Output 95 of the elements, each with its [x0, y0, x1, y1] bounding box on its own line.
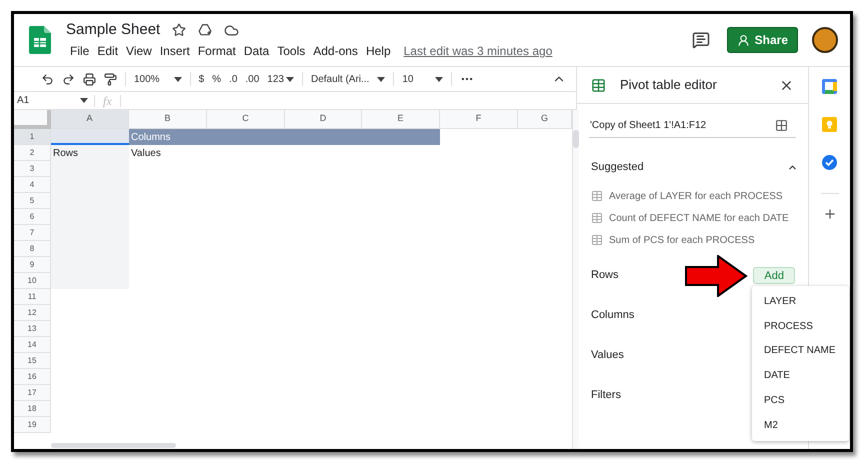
- add-button[interactable]: Add: [753, 267, 795, 284]
- grid-select-icon[interactable]: [775, 119, 788, 132]
- caret-icon: [80, 98, 88, 103]
- undo-icon[interactable]: [41, 72, 54, 86]
- section-label: Rows: [591, 268, 619, 284]
- table-cell: Columns: [129, 129, 440, 145]
- increase-decimals-button[interactable]: .00: [245, 72, 260, 86]
- font-dropdown[interactable]: Default (Ari...: [310, 72, 386, 86]
- suggestion-item[interactable]: Sum of PCS for each PROCESS: [591, 232, 808, 248]
- menu-option[interactable]: LAYER: [752, 289, 849, 314]
- row-header[interactable]: 3: [14, 161, 51, 177]
- table-cell-text: Values: [130, 146, 162, 160]
- last-edit-link[interactable]: Last edit was 3 minutes ago: [404, 42, 552, 60]
- selected-cell[interactable]: [51, 129, 129, 145]
- menu-option[interactable]: M2: [752, 412, 849, 438]
- menu-item[interactable]: View: [122, 42, 156, 60]
- caret-icon: [286, 76, 294, 82]
- row-header[interactable]: 6: [14, 209, 51, 225]
- percent-format-button[interactable]: %: [212, 72, 222, 86]
- column-header[interactable]: G: [518, 110, 572, 129]
- menu-item[interactable]: Edit: [93, 42, 122, 60]
- section-label: Columns: [591, 308, 634, 324]
- cell-reference-field[interactable]: A1: [14, 93, 94, 108]
- column-header[interactable]: C: [207, 110, 285, 129]
- data-range-text: 'Copy of Sheet1 1'!A1:F12: [590, 119, 706, 133]
- caret-icon: [377, 76, 386, 82]
- column-header[interactable]: D: [285, 110, 362, 129]
- row-header[interactable]: 7: [14, 225, 51, 241]
- row-header[interactable]: 14: [14, 337, 51, 353]
- decrease-decimals-button[interactable]: .0: [229, 72, 238, 86]
- menu-item[interactable]: File: [66, 42, 94, 60]
- row-header[interactable]: 8: [14, 241, 51, 257]
- menu-option[interactable]: DEFECT NAME: [752, 338, 849, 364]
- menu-item[interactable]: Format: [194, 42, 240, 60]
- share-button[interactable]: Share: [726, 27, 798, 53]
- suggestion-item[interactable]: Average of LAYER for each PROCESS: [591, 188, 808, 204]
- row-header[interactable]: 10: [14, 273, 51, 289]
- row-header[interactable]: 18: [14, 401, 51, 417]
- table-icon: [591, 78, 606, 92]
- data-range-field[interactable]: 'Copy of Sheet1 1'!A1:F12: [589, 114, 796, 138]
- menu-item[interactable]: Help: [362, 42, 395, 60]
- section-label: Filters: [591, 388, 621, 404]
- row-header[interactable]: 5: [14, 193, 51, 209]
- column-header[interactable]: A: [51, 110, 129, 129]
- row-header[interactable]: 4: [14, 177, 51, 193]
- menu-item[interactable]: Insert: [156, 42, 194, 60]
- menu-item[interactable]: Data: [240, 42, 274, 60]
- menu-option[interactable]: PCS: [752, 388, 849, 413]
- star-icon[interactable]: [172, 23, 186, 37]
- row-header[interactable]: 2: [14, 145, 51, 161]
- sheets-logo-icon: [29, 26, 51, 54]
- person-icon: [736, 34, 750, 46]
- column-header[interactable]: F: [440, 110, 518, 129]
- print-icon[interactable]: [83, 72, 96, 86]
- more-formats-dropdown[interactable]: 123: [267, 72, 294, 86]
- table-icon: [591, 234, 603, 246]
- document-title[interactable]: Sample Sheet: [66, 18, 160, 42]
- table-cell: Rows: [51, 145, 129, 161]
- menu-item[interactable]: Tools: [273, 42, 310, 60]
- calendar-icon[interactable]: [822, 79, 837, 94]
- row-header[interactable]: 11: [14, 289, 51, 305]
- row-header[interactable]: 13: [14, 321, 51, 337]
- column-header[interactable]: B: [129, 110, 207, 129]
- tasks-icon[interactable]: [822, 155, 837, 170]
- row-header[interactable]: 9: [14, 257, 51, 273]
- pointer-arrow-drawing: [685, 255, 748, 297]
- section-label: Values: [591, 348, 624, 364]
- row-header[interactable]: 17: [14, 385, 51, 401]
- caret-icon: [174, 76, 182, 82]
- caret-icon: [435, 76, 444, 82]
- section-heading: Suggested: [591, 160, 644, 175]
- menu-item[interactable]: Add-ons: [309, 42, 362, 60]
- table-icon: [591, 190, 603, 202]
- comment-icon[interactable]: [692, 31, 710, 49]
- zoom-dropdown[interactable]: 100%: [134, 72, 182, 86]
- row-header[interactable]: 16: [14, 369, 51, 385]
- horizontal-scrollbar[interactable]: [51, 443, 176, 448]
- account-avatar[interactable]: [812, 27, 838, 53]
- panel-title: Pivot table editor: [620, 76, 718, 94]
- suggestion-item[interactable]: Count of DEFECT NAME for each DATE: [591, 210, 808, 226]
- table-icon: [591, 212, 603, 224]
- function-label: fx: [102, 92, 113, 110]
- add-icon[interactable]: [822, 207, 836, 221]
- menu-option[interactable]: DATE: [752, 363, 849, 388]
- row-header[interactable]: 1: [14, 129, 51, 145]
- font-size-dropdown[interactable]: 10: [402, 72, 444, 86]
- vertical-scrollbar[interactable]: [573, 130, 579, 148]
- currency-format-button[interactable]: $: [198, 72, 204, 86]
- paint-format-icon[interactable]: [104, 72, 117, 86]
- row-header[interactable]: 12: [14, 305, 51, 321]
- column-header[interactable]: E: [362, 110, 440, 129]
- row-header[interactable]: 15: [14, 353, 51, 369]
- menu-option[interactable]: PROCESS: [752, 314, 849, 339]
- redo-icon[interactable]: [62, 72, 75, 86]
- row-header[interactable]: 19: [14, 417, 51, 433]
